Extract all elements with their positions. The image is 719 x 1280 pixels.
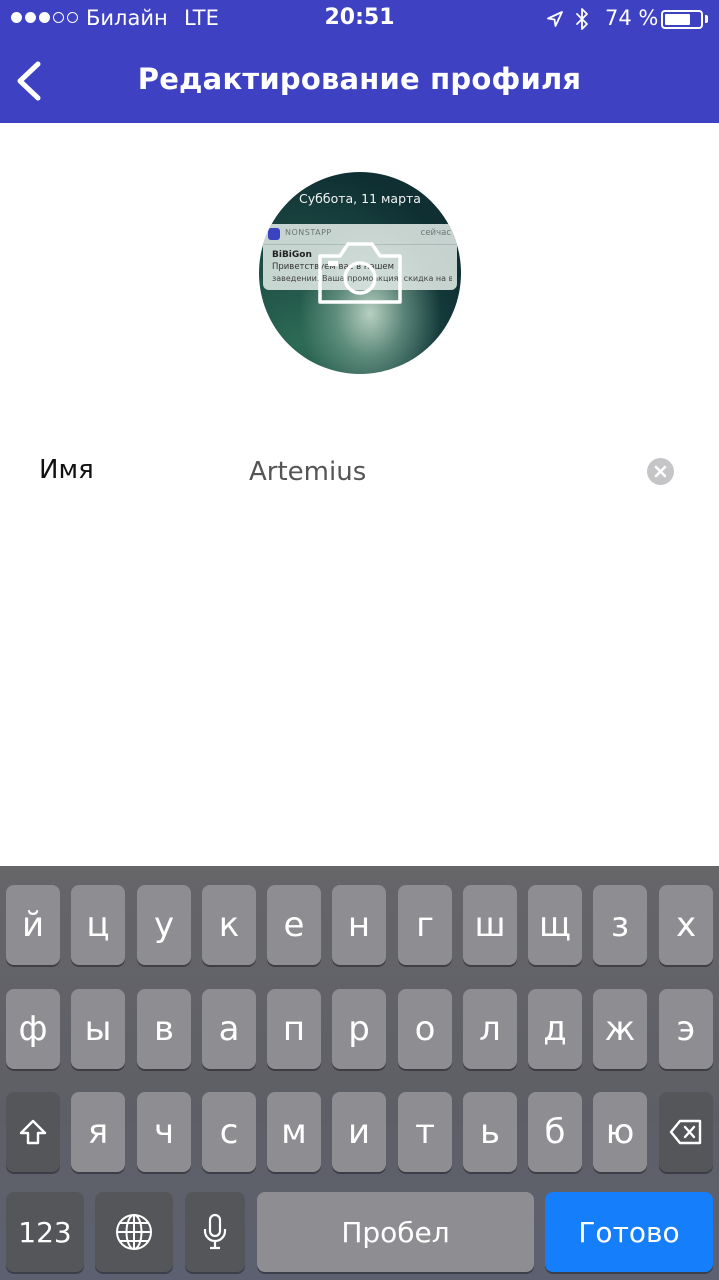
shift-key[interactable] xyxy=(6,1092,60,1172)
key-э[interactable]: э xyxy=(659,989,713,1069)
key-р[interactable]: р xyxy=(332,989,386,1069)
key-у[interactable]: у xyxy=(137,885,191,965)
key-а[interactable]: а xyxy=(202,989,256,1069)
key-ш[interactable]: ш xyxy=(463,885,517,965)
notification-app-name: NONSTAPP xyxy=(285,228,332,237)
key-ю[interactable]: ю xyxy=(593,1092,647,1172)
profile-photo[interactable]: Суббота, 11 марта NONSTAPP сейчас BiBiGo… xyxy=(259,172,461,374)
battery-icon xyxy=(661,10,703,29)
dictation-key[interactable] xyxy=(185,1192,245,1272)
shift-arrow-icon xyxy=(19,1119,47,1145)
key-п[interactable]: п xyxy=(267,989,321,1069)
key-и[interactable]: и xyxy=(332,1092,386,1172)
status-bar: Билайн LTE 20:51 74 % xyxy=(0,0,719,40)
notification-title: BiBiGon xyxy=(272,250,312,260)
navigation-header: Билайн LTE 20:51 74 % Редактирование про… xyxy=(0,0,719,123)
clear-input-button[interactable] xyxy=(647,458,674,485)
key-е[interactable]: е xyxy=(267,885,321,965)
key-г[interactable]: г xyxy=(398,885,452,965)
key-к[interactable]: к xyxy=(202,885,256,965)
key-я[interactable]: я xyxy=(71,1092,125,1172)
key-ч[interactable]: ч xyxy=(137,1092,191,1172)
app-logo-icon xyxy=(268,228,280,240)
backspace-icon xyxy=(669,1119,702,1145)
location-arrow-icon xyxy=(546,9,564,33)
name-label: Имя xyxy=(39,455,94,485)
bluetooth-icon xyxy=(575,7,589,36)
notification-time: сейчас xyxy=(420,228,451,238)
battery-percent: 74 % xyxy=(605,6,659,30)
camera-icon[interactable] xyxy=(314,238,406,312)
key-н[interactable]: н xyxy=(332,885,386,965)
backspace-key[interactable] xyxy=(659,1092,713,1172)
key-з[interactable]: з xyxy=(593,885,647,965)
key-т[interactable]: т xyxy=(398,1092,452,1172)
battery-level xyxy=(665,14,690,25)
globe-icon xyxy=(116,1214,152,1250)
clear-icon xyxy=(647,458,674,485)
key-о[interactable]: о xyxy=(398,989,452,1069)
globe-key[interactable] xyxy=(95,1192,173,1272)
key-ж[interactable]: ж xyxy=(593,989,647,1069)
key-ф[interactable]: ф xyxy=(6,989,60,1069)
key-ц[interactable]: ц xyxy=(71,885,125,965)
page-title: Редактирование профиля xyxy=(137,62,582,96)
keyboard: й ц у к е н г ш щ з х ф ы в а п р о л д … xyxy=(0,866,719,1280)
photo-date-text: Суббота, 11 марта xyxy=(299,191,421,206)
key-л[interactable]: л xyxy=(463,989,517,1069)
key-щ[interactable]: щ xyxy=(528,885,582,965)
key-х[interactable]: х xyxy=(659,885,713,965)
name-input[interactable] xyxy=(249,452,629,492)
key-в[interactable]: в xyxy=(137,989,191,1069)
key-д[interactable]: д xyxy=(528,989,582,1069)
key-с[interactable]: с xyxy=(202,1092,256,1172)
microphone-icon xyxy=(203,1213,227,1250)
space-key[interactable]: Пробел xyxy=(257,1192,534,1272)
key-б[interactable]: б xyxy=(528,1092,582,1172)
numbers-key[interactable]: 123 xyxy=(6,1192,84,1272)
key-ь[interactable]: ь xyxy=(463,1092,517,1172)
key-й[interactable]: й xyxy=(6,885,60,965)
key-ы[interactable]: ы xyxy=(71,989,125,1069)
done-key[interactable]: Готово xyxy=(545,1192,713,1272)
battery-cap xyxy=(705,15,708,23)
key-м[interactable]: м xyxy=(267,1092,321,1172)
